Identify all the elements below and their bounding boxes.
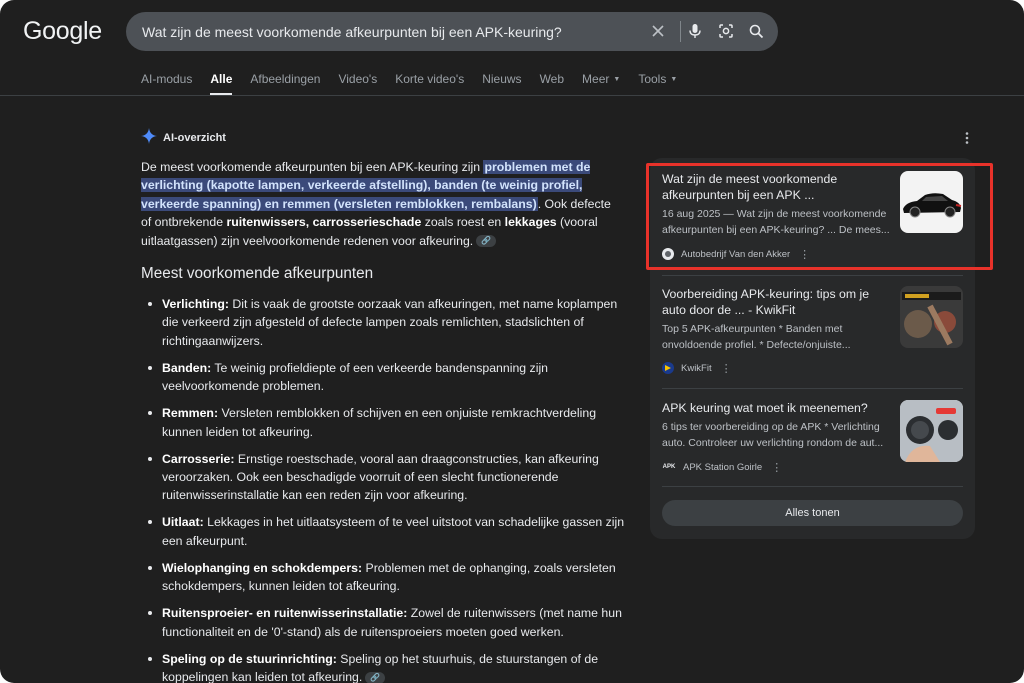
ai-overview-header: AI-overzicht — [141, 127, 226, 149]
tab-label: Web — [539, 72, 565, 86]
search-box[interactable] — [126, 12, 778, 51]
lens-camera-icon[interactable] — [715, 20, 737, 42]
list-item-term: Speling op de stuurinrichting: — [162, 651, 337, 666]
tab-web[interactable]: Web — [540, 70, 564, 96]
source-site-name: Autobedrijf Van den Akker — [681, 248, 791, 260]
list-item: Uitlaat: Lekkages in het uitlaatsysteem … — [148, 513, 626, 550]
tab-label: Meer — [582, 72, 610, 86]
list-item-text: Versleten remblokken of schijven en een … — [162, 406, 597, 439]
tab-nieuws[interactable]: Nieuws — [482, 70, 521, 96]
list-item-term: Verlichting: — [162, 297, 229, 311]
source-more-icon[interactable]: ⋮ — [721, 362, 732, 375]
source-snippet: Top 5 APK-afkeurpunten * Banden met onvo… — [662, 323, 851, 352]
tab-label: Korte video's — [395, 72, 465, 86]
source-more-icon[interactable]: ⋮ — [771, 461, 782, 474]
source-card[interactable]: Wat zijn de meest voorkomende afkeurpunt… — [662, 171, 963, 263]
search-divider — [680, 21, 681, 42]
tab-ai-modus[interactable]: AI-modus — [141, 70, 192, 96]
brake-thumbnail[interactable] — [900, 286, 963, 348]
source-more-icon[interactable]: ⋮ — [799, 248, 810, 261]
source-separator — [662, 275, 963, 276]
tab-korte-video-s[interactable]: Korte video's — [395, 70, 464, 96]
tab-label: Tools — [638, 72, 667, 86]
source-site-name: APK Station Goirle — [683, 461, 763, 473]
afkeurpunten-list: Verlichting: Dit is vaak de grootste oor… — [148, 295, 626, 683]
tab-label: Video's — [338, 72, 378, 86]
source-site: Autobedrijf Van den Akker ⋮ — [662, 247, 810, 261]
source-link-icon[interactable]: 🔗 — [365, 671, 386, 683]
source-snippet: 16 aug 2025 — Wat zijn de meest voorkome… — [662, 208, 890, 237]
list-item-term: Remmen: — [162, 406, 219, 421]
header-divider — [0, 95, 1024, 96]
tab-afbeeldingen[interactable]: Afbeeldingen — [250, 70, 320, 96]
site-favicon — [662, 248, 674, 260]
list-item-term: Carrosserie: — [162, 451, 235, 466]
list-item-text: Lekkages in het uitlaatsysteem of te vee… — [162, 515, 625, 548]
sources-panel: Wat zijn de meest voorkomende afkeurpunt… — [650, 158, 975, 539]
caret-down-icon: ▼ — [613, 76, 621, 83]
source-link-icon[interactable]: 🔗 — [476, 235, 497, 248]
source-site: KwikFit ⋮ — [662, 361, 732, 375]
source-title[interactable]: Wat zijn de meest voorkomende afkeurpunt… — [662, 171, 890, 203]
source-snippet: 6 tips ter voorbereiding op de APK * Ver… — [662, 421, 884, 450]
section-title: Meest voorkomende afkeurpunten — [141, 265, 374, 282]
tab-video-s[interactable]: Video's — [338, 70, 377, 96]
search-icon[interactable] — [745, 20, 767, 42]
site-favicon: APK — [662, 464, 676, 470]
source-card[interactable]: APK keuring wat moet ik meenemen? 6 tips… — [662, 400, 963, 480]
list-item-term: Uitlaat: — [162, 515, 204, 530]
list-item-term: Wielophanging en schokdempers: — [162, 560, 363, 575]
tab-alle[interactable]: Alle — [210, 70, 233, 96]
more-options-icon[interactable] — [960, 130, 974, 146]
source-site-name: KwikFit — [681, 362, 712, 374]
source-site: APK APK Station Goirle ⋮ — [662, 460, 783, 474]
show-all-button[interactable]: Alles tonen — [662, 500, 963, 526]
source-separator — [662, 388, 963, 389]
list-item-text: Te weinig profieldiepte of een verkeerde… — [162, 360, 549, 394]
tab-label: Alle — [210, 72, 233, 86]
car-thumbnail[interactable] — [900, 171, 963, 233]
ai-overview-title: AI-overzicht — [163, 132, 226, 144]
source-title[interactable]: Voorbereiding APK-keuring: tips om je au… — [662, 286, 890, 318]
list-item: Banden: Te weinig profieldiepte of een v… — [148, 359, 626, 396]
site-favicon — [662, 362, 674, 374]
list-item-text: Dit is vaak de grootste oorzaak van afke… — [162, 297, 618, 348]
clear-icon[interactable] — [647, 20, 669, 42]
list-item: Speling op de stuurinrichting: Speling o… — [148, 650, 626, 683]
source-title[interactable]: APK keuring wat moet ik meenemen? — [662, 400, 890, 416]
source-separator — [662, 486, 963, 487]
dashboard-thumbnail[interactable] — [900, 400, 963, 462]
list-item: Wielophanging en schokdempers: Problemen… — [148, 559, 626, 596]
list-item: Ruitensproeier- en ruitenwisserinstallat… — [148, 604, 626, 641]
tab-tools[interactable]: Tools ▼ — [638, 70, 677, 96]
ai-sparkle-icon — [141, 127, 157, 149]
list-item-term: Banden: — [162, 360, 212, 375]
tab-label: AI-modus — [141, 72, 193, 86]
caret-down-icon: ▼ — [670, 76, 678, 83]
browser-frame: Google AI-modus Alle Afbeeldingen Video's Ko… — [0, 0, 1024, 683]
source-card[interactable]: Voorbereiding APK-keuring: tips om je au… — [662, 286, 963, 378]
tab-meer[interactable]: Meer ▼ — [582, 70, 620, 96]
search-input[interactable] — [142, 12, 642, 51]
list-item-term: Ruitensproeier- en ruitenwisserinstallat… — [162, 606, 408, 621]
search-tabs: AI-modus Alle Afbeeldingen Video's Korte vid… — [141, 70, 695, 96]
list-item: Verlichting: Dit is vaak de grootste oor… — [148, 295, 626, 350]
tab-label: Nieuws — [482, 72, 522, 86]
microphone-icon[interactable] — [684, 20, 706, 42]
list-item: Remmen: Versleten remblokken of schijven… — [148, 404, 626, 441]
list-item: Carrosserie: Ernstige roestschade, voora… — [148, 450, 626, 505]
google-logo[interactable]: Google — [23, 15, 102, 47]
ai-summary: De meest voorkomende afkeurpunten bij ee… — [141, 160, 611, 248]
tab-label: Afbeeldingen — [250, 72, 321, 86]
